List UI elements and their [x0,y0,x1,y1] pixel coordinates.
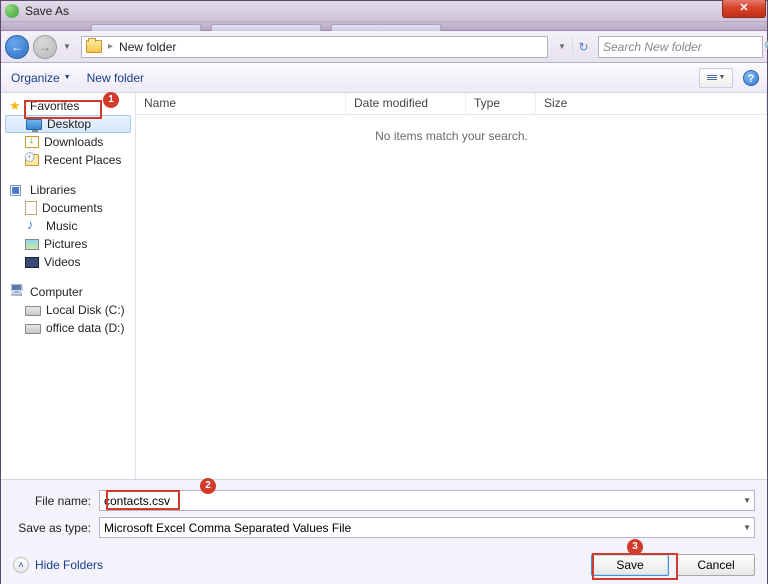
hide-folders-button[interactable]: ˄ Hide Folders [13,557,103,573]
navigation-pane: ★ Favorites Desktop Downloads Recent Pla… [1,93,136,479]
address-bar[interactable]: ▸ New folder [81,36,548,58]
sidebar-item-music[interactable]: Music [1,217,135,235]
sidebar-item-desktop[interactable]: Desktop [5,115,131,133]
sidebar-group-computer[interactable]: Computer [1,283,135,301]
dialog-footer: ˄ Hide Folders Save Cancel [1,546,767,584]
sidebar-item-label: office data (D:) [46,321,124,335]
background-tab [91,24,201,31]
computer-label: Computer [30,285,83,299]
list-view-icon [707,75,717,80]
column-header-name[interactable]: Name [136,93,346,114]
chevron-up-icon: ˄ [13,557,29,573]
chevron-down-icon: ▼ [64,74,71,81]
search-box[interactable]: 🔍 [598,36,763,58]
cancel-button[interactable]: Cancel [677,554,755,576]
column-header-size[interactable]: Size [536,93,767,114]
libraries-icon: ▣ [9,183,25,197]
save-button[interactable]: Save [591,554,669,576]
videos-icon [25,257,39,268]
organize-button[interactable]: Organize ▼ [11,71,71,85]
search-icon: 🔍 [764,40,768,54]
new-folder-button[interactable]: New folder [87,71,144,85]
background-tab [331,24,441,31]
chevron-down-icon: ▼ [719,74,726,81]
desktop-icon [26,119,42,130]
save-as-dialog: Save As ✕ ← → ▼ ▸ New folder ▼ ↻ 🔍 Organ… [0,0,768,584]
chevron-right-icon: ▸ [108,41,113,52]
sidebar-item-label: Desktop [47,117,91,131]
sidebar-item-videos[interactable]: Videos [1,253,135,271]
toolbar: Organize ▼ New folder ▼ ? [1,63,767,93]
back-button[interactable]: ← [5,35,29,59]
chevron-down-icon[interactable]: ▼ [743,496,751,505]
hide-folders-label: Hide Folders [35,558,103,572]
save-as-type-label: Save as type: [13,521,99,535]
app-icon [5,4,19,18]
window-title: Save As [25,4,69,18]
sidebar-item-office-data-d[interactable]: office data (D:) [1,319,135,337]
file-list-area: Name Date modified Type Size No items ma… [136,93,767,479]
column-header-type[interactable]: Type [466,93,536,114]
drive-icon [25,324,41,334]
address-dropdown-icon[interactable]: ▼ [556,42,568,51]
sidebar-item-documents[interactable]: Documents [1,199,135,217]
sidebar-item-label: Pictures [44,237,87,251]
location-path: New folder [119,40,176,54]
sidebar-item-local-disk-c[interactable]: Local Disk (C:) [1,301,135,319]
music-icon [25,219,41,233]
computer-icon [9,285,25,299]
sidebar-item-downloads[interactable]: Downloads [1,133,135,151]
pictures-icon [25,239,39,250]
star-icon: ★ [9,99,25,113]
empty-state-message: No items match your search. [136,115,767,143]
file-name-label: File name: [13,494,99,508]
sidebar-item-pictures[interactable]: Pictures [1,235,135,253]
view-options-button[interactable]: ▼ [699,68,733,88]
sidebar-item-label: Local Disk (C:) [46,303,125,317]
sidebar-item-recent-places[interactable]: Recent Places [1,151,135,169]
help-button[interactable]: ? [743,70,759,86]
sidebar-group-libraries[interactable]: ▣ Libraries [1,181,135,199]
sidebar-item-label: Music [46,219,77,233]
file-name-input[interactable]: contacts.csv ▼ [99,490,755,511]
libraries-label: Libraries [30,183,76,197]
file-form-area: File name: contacts.csv ▼ Save as type: … [1,479,767,546]
close-button[interactable]: ✕ [722,0,766,18]
chevron-down-icon[interactable]: ▼ [743,523,751,532]
drive-icon [25,306,41,316]
folder-icon [86,40,102,53]
column-headers: Name Date modified Type Size [136,93,767,115]
file-name-value: contacts.csv [104,494,170,508]
recent-places-icon [25,154,39,166]
navigation-bar: ← → ▼ ▸ New folder ▼ ↻ 🔍 [1,31,767,63]
save-as-type-value: Microsoft Excel Comma Separated Values F… [104,521,351,535]
forward-button[interactable]: → [33,35,57,59]
dialog-body: ★ Favorites Desktop Downloads Recent Pla… [1,93,767,479]
favorites-label: Favorites [30,99,79,113]
refresh-button[interactable]: ↻ [572,36,594,58]
browser-tab-strip [1,22,767,31]
save-as-type-select[interactable]: Microsoft Excel Comma Separated Values F… [99,517,755,538]
sidebar-group-favorites[interactable]: ★ Favorites [1,97,135,115]
history-dropdown-icon[interactable]: ▼ [61,42,73,51]
column-header-date[interactable]: Date modified [346,93,466,114]
sidebar-item-label: Downloads [44,135,103,149]
documents-icon [25,201,37,215]
background-tab [211,24,321,31]
sidebar-item-label: Videos [44,255,80,269]
new-folder-label: New folder [87,71,144,85]
organize-label: Organize [11,71,60,85]
search-input[interactable] [603,40,760,54]
downloads-icon [25,136,39,148]
sidebar-item-label: Documents [42,201,103,215]
title-bar: Save As ✕ [1,1,767,22]
sidebar-item-label: Recent Places [44,153,121,167]
